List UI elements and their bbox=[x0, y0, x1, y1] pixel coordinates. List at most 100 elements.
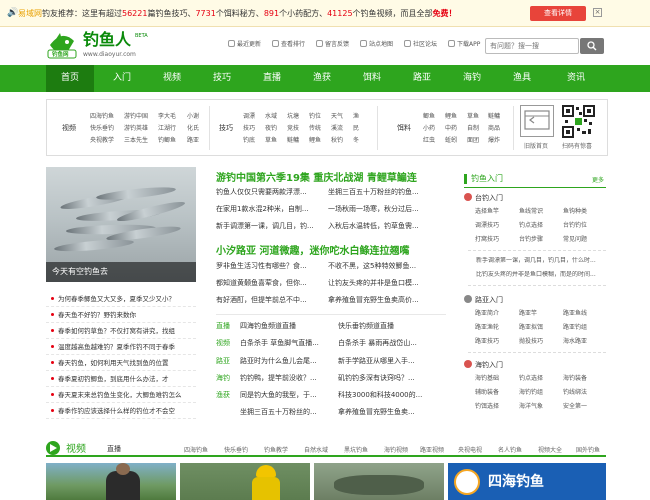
sub-nav-link[interactable]: 传统 bbox=[309, 123, 321, 135]
sub-nav-link[interactable]: 渔 bbox=[353, 111, 359, 123]
news-link[interactable]: 拿养殖鱼冒充野生鱼卖... bbox=[338, 407, 438, 418]
sub-nav-link[interactable]: 民 bbox=[353, 123, 359, 135]
news-link[interactable]: 在家用1款水混2种米，自制... bbox=[216, 204, 324, 215]
news-link[interactable]: 钓鱼人仅仅只需要两款浮漂... bbox=[216, 187, 324, 198]
sub-nav-link[interactable]: 钓底 bbox=[243, 135, 255, 147]
headline-1[interactable]: 游钓中国第六季19集 重庆北战湖 青鲤草鳊连 bbox=[216, 169, 447, 184]
news-link[interactable]: 白条杀手 暴雨再战岱山... bbox=[338, 338, 438, 349]
news-link[interactable]: 快乐垂钓频道直播 bbox=[338, 321, 438, 332]
news-link[interactable]: 路亚时为什么鱼儿会尾... bbox=[240, 356, 330, 367]
section-title-platform[interactable]: 台钓入门 bbox=[464, 193, 503, 203]
guide-link[interactable]: 钓线绑法 bbox=[563, 389, 587, 397]
guide-link[interactable]: 路亚渔轮 bbox=[475, 324, 499, 332]
news-link[interactable]: 拿养殖鱼冒充野生鱼卖高价... bbox=[328, 295, 438, 306]
nav-item-beginner[interactable]: 入门 bbox=[98, 65, 146, 92]
video-tab-live[interactable]: 直播 bbox=[107, 445, 121, 454]
news-link[interactable]: 科技3000和科技4000的... bbox=[338, 390, 438, 401]
close-icon[interactable]: × bbox=[593, 8, 602, 17]
category-label-lure[interactable]: 路亚 bbox=[216, 356, 230, 367]
nav-item-catch[interactable]: 渔获 bbox=[298, 65, 346, 92]
list-item[interactable]: 温度越高鱼越难钓？夏季作钓不同于春季 bbox=[46, 339, 196, 355]
sub-nav-link[interactable]: 中药 bbox=[445, 123, 457, 135]
guide-link[interactable]: 路亚钓组 bbox=[563, 324, 587, 332]
nav-item-lure[interactable]: 路亚 bbox=[398, 65, 446, 92]
guide-link[interactable]: 路亚拟饵 bbox=[519, 324, 543, 332]
sub-nav-link[interactable]: 江湖行 bbox=[158, 123, 176, 135]
video-thumbnail[interactable] bbox=[180, 463, 310, 500]
list-item[interactable]: 春季作钓应该选择什么样的钓位才不会空 bbox=[46, 403, 196, 419]
guide-link[interactable]: 选择鱼竿 bbox=[475, 208, 499, 216]
quick-link-sitemap[interactable]: 站点地图 bbox=[360, 40, 393, 49]
news-link[interactable]: 都知道黄颡鱼喜荤食，但你... bbox=[216, 278, 324, 289]
video-tab[interactable]: 国外钓鱼 bbox=[576, 446, 600, 455]
section-title-sea[interactable]: 海钓入门 bbox=[464, 360, 503, 370]
category-label-sea[interactable]: 海钓 bbox=[216, 373, 230, 384]
photo-caption[interactable]: 今天有空钓鱼去 bbox=[46, 262, 196, 282]
sub-nav-link[interactable]: 爆炸 bbox=[488, 135, 500, 147]
list-item[interactable]: 春天夏末来总钓鱼生变化，大鲫鱼难钓怎么 bbox=[46, 387, 196, 403]
list-item[interactable]: 春季夏初钓鲫鱼，到底用什么办法，才 bbox=[46, 371, 196, 387]
news-link[interactable]: 同是钓大鱼的我型，于... bbox=[240, 390, 330, 401]
sub-nav-link[interactable]: 鲤鱼 bbox=[445, 111, 457, 123]
quick-link-app[interactable]: 下载APP bbox=[448, 40, 480, 49]
news-link[interactable]: 罗非鱼生活习性有哪些？食... bbox=[216, 261, 324, 272]
video-banner[interactable]: 四海钓鱼 bbox=[448, 463, 606, 500]
guide-link[interactable]: 路亚鱼线 bbox=[563, 310, 587, 318]
sub-nav-link[interactable]: 夜钓 bbox=[265, 123, 277, 135]
site-logo[interactable]: 钓鱼网 bbox=[46, 31, 78, 59]
sub-nav-link[interactable]: 蚯蚓 bbox=[445, 135, 457, 147]
sub-nav-link[interactable]: 游钓英雄 bbox=[124, 123, 148, 135]
sub-nav-link[interactable]: 坑塘 bbox=[287, 111, 299, 123]
search-button[interactable] bbox=[580, 38, 604, 54]
sub-nav-link[interactable]: 溪流 bbox=[331, 123, 343, 135]
guide-article[interactable]: 新手调漂第一课，调几目，钓几目，什么时... bbox=[476, 257, 606, 265]
guide-link[interactable]: 辅助装备 bbox=[475, 389, 499, 397]
list-item[interactable]: 春季如何钓草鱼？不仅打窝有讲究，找组 bbox=[46, 323, 196, 339]
nav-item-skills[interactable]: 技巧 bbox=[198, 65, 246, 92]
category-label-video[interactable]: 视频 bbox=[216, 338, 230, 349]
guide-link[interactable]: 打窝技巧 bbox=[475, 236, 499, 244]
logo-title[interactable]: 钓鱼人 bbox=[83, 31, 131, 49]
sub-nav-link[interactable]: 鲢鳙 bbox=[488, 111, 500, 123]
sub-nav-link[interactable]: 鲫鱼 bbox=[423, 111, 435, 123]
list-item[interactable]: 为何春季鲫鱼又大又多，夏季又少又小？ bbox=[46, 291, 196, 307]
guide-link[interactable]: 常见问题 bbox=[563, 236, 587, 244]
old-home-label[interactable]: 旧版首页 bbox=[524, 141, 548, 150]
sub-nav-link[interactable]: 钓位 bbox=[309, 111, 321, 123]
sub-nav-link[interactable]: 鲤鱼 bbox=[309, 135, 321, 147]
video-tab[interactable]: 快乐垂钓 bbox=[224, 446, 248, 455]
news-link[interactable]: 让钓友头疼的并非是鱼口模... bbox=[328, 278, 438, 289]
news-link[interactable]: 四海钓鱼频道直播 bbox=[240, 321, 330, 332]
guide-link[interactable]: 海水路亚 bbox=[563, 338, 587, 346]
quick-link-ranking[interactable]: 查看排行 bbox=[272, 40, 305, 49]
sub-nav-link[interactable]: 技巧 bbox=[243, 123, 255, 135]
category-label-catch[interactable]: 渔获 bbox=[216, 390, 230, 401]
video-tab[interactable]: 海钓视频 bbox=[384, 446, 408, 455]
guide-link[interactable]: 钓点选择 bbox=[519, 222, 543, 230]
news-link[interactable]: 新手调漂第一课，调几目，钓... bbox=[216, 221, 324, 232]
guide-link[interactable]: 路亚技巧 bbox=[475, 338, 499, 346]
nav-item-live[interactable]: 直播 bbox=[248, 65, 296, 92]
sub-nav-link[interactable]: 化氏 bbox=[187, 123, 199, 135]
video-tab[interactable]: 路亚视频 bbox=[420, 446, 444, 455]
sub-nav-link[interactable]: 快乐垂钓 bbox=[90, 123, 114, 135]
sub-nav-link[interactable]: 钓鲫鱼 bbox=[158, 135, 176, 147]
guide-link[interactable]: 调漂技巧 bbox=[475, 222, 499, 230]
sub-nav-link[interactable]: 红虫 bbox=[423, 135, 435, 147]
news-link[interactable]: 钓钓鸭，提竿前没收？... bbox=[240, 373, 330, 384]
headline-2[interactable]: 小汐路亚 河道微趣，迷你咜水白鲦连拉翘嘴 bbox=[216, 242, 447, 257]
sub-nav-link[interactable]: 面团 bbox=[467, 135, 479, 147]
sub-nav-link[interactable]: 四海钓鱼 bbox=[90, 111, 114, 123]
video-tab[interactable]: 名人钓鱼 bbox=[498, 446, 522, 455]
more-link[interactable]: 更多 bbox=[592, 175, 604, 184]
quick-link-recent[interactable]: 最近更新 bbox=[228, 40, 261, 49]
sub-nav-link[interactable]: 自制 bbox=[467, 123, 479, 135]
list-item[interactable]: 春天钓鱼，如何利用天气找到鱼的位置 bbox=[46, 355, 196, 371]
video-tab[interactable]: 四海钓鱼 bbox=[184, 446, 208, 455]
guide-link[interactable]: 海钓基础 bbox=[475, 375, 499, 383]
video-thumbnail[interactable] bbox=[314, 463, 444, 500]
video-tab[interactable]: 黑坑钓鱼 bbox=[344, 446, 368, 455]
news-link[interactable]: 一场秋雨一场寒，秋分过后... bbox=[328, 204, 438, 215]
sub-nav-link[interactable]: 路亚 bbox=[187, 135, 199, 147]
video-tab[interactable]: 自然水域 bbox=[304, 446, 328, 455]
